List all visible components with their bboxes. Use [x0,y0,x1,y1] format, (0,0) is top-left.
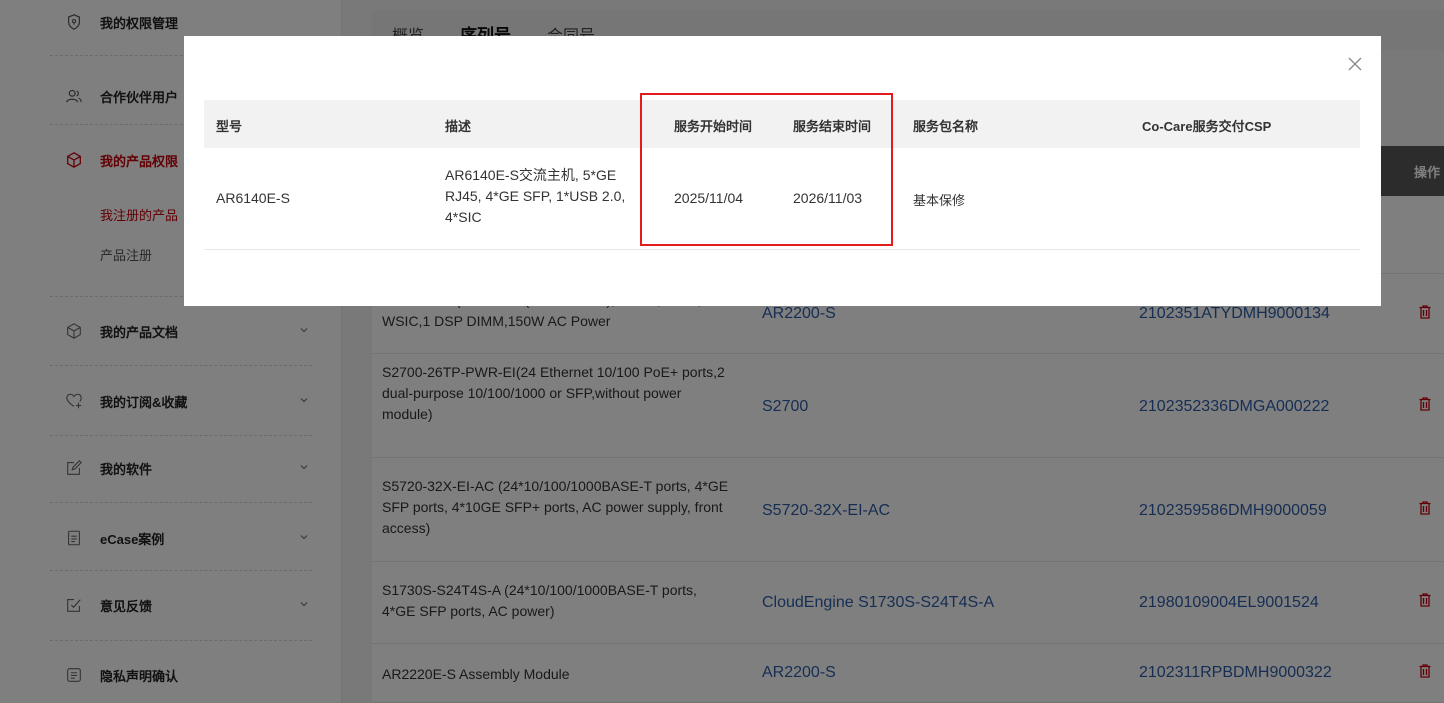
modal-cell-model: AR6140E-S [216,190,290,206]
modal-cell-service-package: 基本保修 [913,193,966,208]
column-header-service-package: 服务包名称 [913,119,979,134]
modal-cell-description: AR6140E-S交流主机, 5*GE RJ45, 4*GE SFP, 1*US… [445,167,626,225]
annotation-highlight-box [640,93,893,246]
column-header-co-care-csp: Co-Care服务交付CSP [1142,119,1272,134]
column-header-description: 描述 [445,119,472,134]
column-header-model: 型号 [216,119,243,134]
close-icon[interactable] [1347,56,1363,72]
